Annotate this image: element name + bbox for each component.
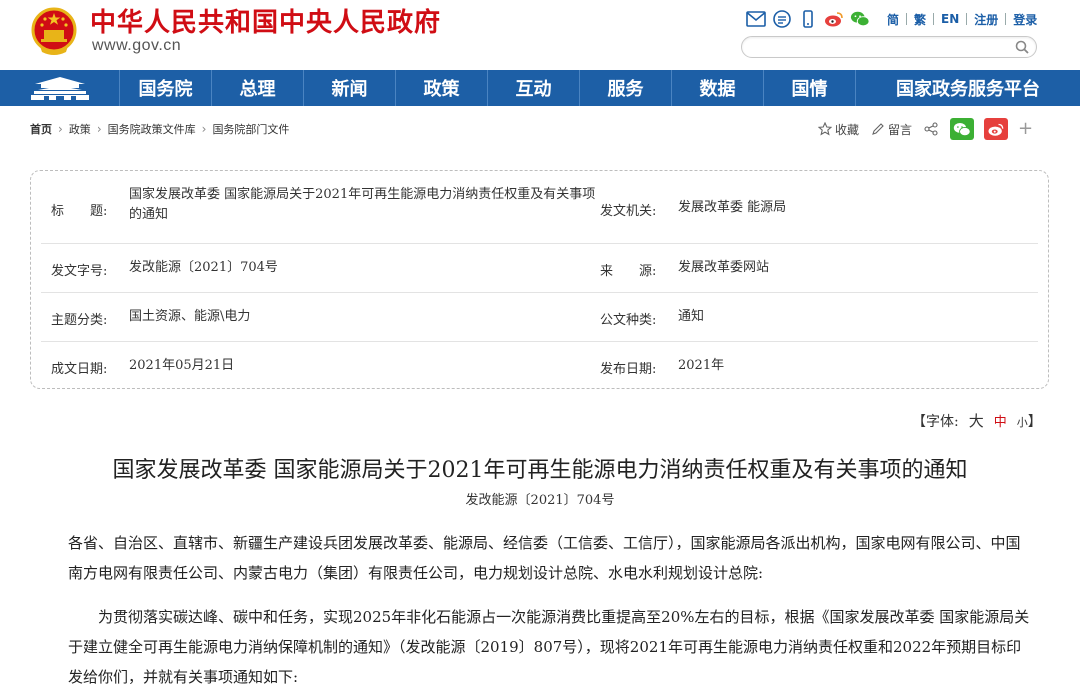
nav-item-state-council[interactable]: 国务院 (120, 70, 212, 106)
font-size-close-bracket: 】 (1027, 414, 1042, 430)
topic-value: 国土资源、能源\电力 (129, 309, 251, 324)
article-title: 国家发展改革委 国家能源局关于2021年可再生能源电力消纳责任权重及有关事项的通… (112, 458, 968, 483)
star-icon (818, 122, 832, 136)
mail-icon[interactable] (746, 10, 766, 28)
breadcrumb-policy-library[interactable]: 国务院政策文件库 (108, 121, 196, 137)
doctype-value: 通知 (678, 309, 705, 324)
source-label: 来 源: (600, 264, 657, 279)
issuer-label: 发文机关: (600, 204, 657, 219)
search-icon[interactable] (1014, 39, 1030, 55)
breadcrumb: 首页 › 政策 › 国务院政策文件库 › 国务院部门文件 (30, 121, 289, 137)
site-title[interactable]: 中华人民共和国中央人民政府 (90, 2, 441, 39)
english-link[interactable]: EN (934, 12, 966, 26)
breadcrumb-department-docs[interactable]: 国务院部门文件 (212, 121, 289, 137)
title-value: 国家发展改革委 国家能源局关于2021年可再生能源电力消纳责任权重及有关事项的通… (129, 187, 596, 222)
written-date-value: 2021年05月21日 (129, 358, 235, 373)
breadcrumb-policy[interactable]: 政策 (69, 121, 91, 137)
language-login-links: 简 繁 EN 注册 登录 (880, 11, 1044, 28)
weibo-icon (988, 123, 1004, 136)
chevron-right-icon: › (201, 122, 207, 136)
share-button[interactable] (924, 122, 938, 136)
nav-item-national-profile[interactable]: 国情 (764, 70, 856, 106)
site-domain: www.gov.cn (92, 37, 182, 54)
title-label: 标 题: (51, 204, 108, 219)
share-weibo-button[interactable] (984, 118, 1009, 140)
written-date-label: 成文日期: (51, 362, 108, 377)
comment-button[interactable]: 留言 (871, 121, 912, 138)
mobile-icon[interactable] (798, 10, 818, 28)
published-date-label: 发布日期: (600, 362, 657, 377)
share-bar: 收藏 留言 + (818, 117, 1033, 141)
issuer-value: 发展改革委 能源局 (678, 200, 787, 215)
article-paragraph: 为贯彻落实碳达峰、碳中和任务，实现2025年非化石能源占一次能源消费比重提高至2… (68, 608, 1030, 686)
main-nav: 国务院 总理 新闻 政策 互动 服务 数据 国情 国家政务服务平台 (0, 70, 1080, 106)
simplified-chinese-link[interactable]: 简 (880, 11, 906, 28)
chat-icon[interactable] (772, 10, 792, 28)
nav-item-services[interactable]: 服务 (580, 70, 672, 106)
top-toolbar: 简 繁 EN 注册 登录 (746, 8, 1044, 30)
info-row: 成文日期: 2021年05月21日 发布日期: 2021年 (41, 342, 1038, 388)
docno-value: 发改能源〔2021〕704号 (129, 260, 278, 275)
info-row: 发文字号: 发改能源〔2021〕704号 来 源: 发展改革委网站 (41, 244, 1038, 293)
chevron-right-icon: › (96, 122, 102, 136)
wechat-icon (953, 122, 971, 136)
tiananmen-icon (30, 77, 89, 100)
wechat-icon[interactable] (850, 10, 870, 28)
document-info-table: 标 题: 国家发展改革委 国家能源局关于2021年可再生能源电力消纳责任权重及有… (30, 170, 1049, 389)
font-size-medium-button[interactable]: 中 (994, 411, 1007, 430)
nav-item-data[interactable]: 数据 (672, 70, 764, 106)
font-size-small-button[interactable]: 小 (1017, 414, 1028, 430)
search-input[interactable] (741, 36, 1037, 58)
pencil-icon (872, 123, 884, 135)
favorite-label: 收藏 (835, 122, 860, 137)
source-value: 发展改革委网站 (678, 260, 770, 275)
login-link[interactable]: 登录 (1006, 11, 1044, 28)
national-emblem-icon[interactable] (30, 6, 78, 58)
docno-label: 发文字号: (51, 264, 108, 279)
traditional-chinese-link[interactable]: 繁 (907, 11, 933, 28)
share-wechat-button[interactable] (950, 118, 975, 140)
comment-label: 留言 (888, 122, 913, 137)
nav-item-gov-service-platform[interactable]: 国家政务服务平台 (856, 70, 1080, 106)
favorite-button[interactable]: 收藏 (818, 121, 859, 138)
doctype-label: 公文种类: (600, 313, 657, 328)
info-row: 主题分类: 国土资源、能源\电力 公文种类: 通知 (41, 293, 1038, 342)
more-share-icon[interactable]: + (1018, 120, 1033, 138)
font-size-selector: 【字体: 大 中 小 】 (912, 410, 1042, 431)
site-header: 中华人民共和国中央人民政府 www.gov.cn 简 繁 EN 注册 登录 (0, 0, 1080, 70)
info-row: 标 题: 国家发展改革委 国家能源局关于2021年可再生能源电力消纳责任权重及有… (41, 171, 1038, 244)
nav-item-interaction[interactable]: 互动 (488, 70, 580, 106)
nav-item-news[interactable]: 新闻 (304, 70, 396, 106)
font-size-large-button[interactable]: 大 (969, 410, 984, 431)
article-doc-number: 发改能源〔2021〕704号 (465, 493, 615, 508)
weibo-icon[interactable] (824, 10, 844, 28)
register-link[interactable]: 注册 (967, 11, 1005, 28)
article-paragraph: 各省、自治区、直辖市、新疆生产建设兵团发展改革委、能源局、经信委（工信委、工信厅… (68, 534, 1021, 582)
published-date-value: 2021年 (678, 358, 725, 373)
nav-item-policy[interactable]: 政策 (396, 70, 488, 106)
tiananmen-logo-icon[interactable] (0, 70, 120, 106)
font-size-label: 【字体: (912, 414, 959, 430)
topic-label: 主题分类: (51, 313, 108, 328)
chevron-right-icon: › (58, 122, 63, 136)
share-icon (924, 122, 938, 136)
breadcrumb-home[interactable]: 首页 (30, 121, 52, 137)
nav-item-premier[interactable]: 总理 (212, 70, 304, 106)
